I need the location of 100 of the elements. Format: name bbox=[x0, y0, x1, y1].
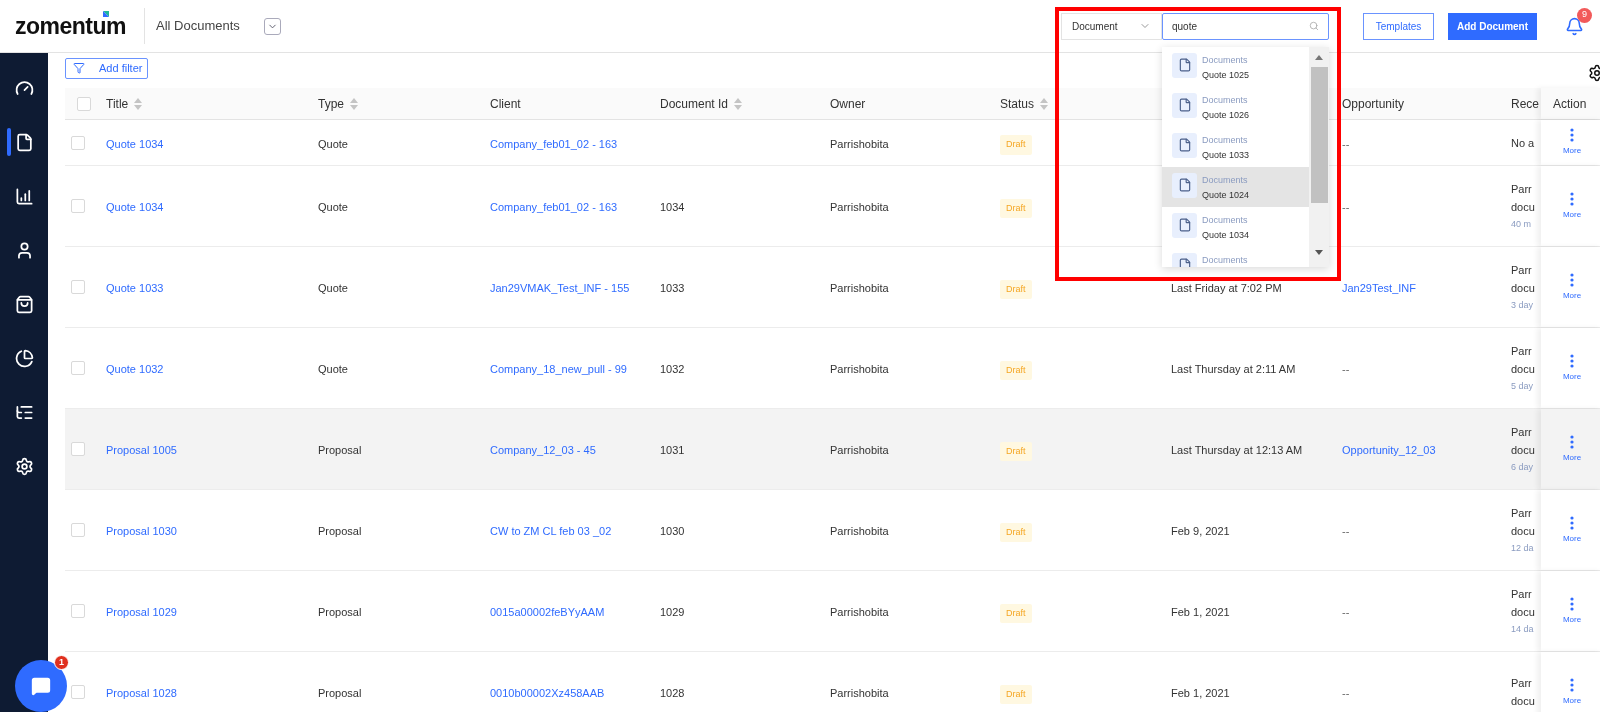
more-button[interactable]: More bbox=[1562, 677, 1582, 707]
table-row[interactable]: Proposal 1029 Proposal 0015a00002feBYyAAM 1029 Parrishobita Draft Feb 1, 2021 -- Parr docu 14 da More bbox=[65, 571, 1600, 652]
document-link[interactable]: Quote 1034 bbox=[106, 137, 164, 150]
client-link[interactable]: Company_12_03 - 45 bbox=[490, 444, 596, 456]
scroll-up-icon[interactable] bbox=[1315, 54, 1323, 60]
table-cell: Quote bbox=[318, 363, 348, 375]
notifications-icon[interactable] bbox=[1565, 16, 1584, 36]
more-button[interactable]: More bbox=[1562, 128, 1582, 157]
more-icon bbox=[1570, 272, 1574, 287]
checkbox[interactable] bbox=[71, 199, 85, 213]
view-dropdown-button[interactable] bbox=[263, 17, 281, 35]
table-cell: Parrishobita bbox=[830, 137, 889, 150]
more-button[interactable]: More bbox=[1562, 353, 1582, 383]
more-icon bbox=[1570, 128, 1574, 142]
client-link[interactable]: CW to ZM CL feb 03 _02 bbox=[490, 525, 612, 537]
search-field[interactable]: quote bbox=[1162, 12, 1329, 40]
result-title: Quote 1033 bbox=[1202, 148, 1250, 162]
opportunity-link[interactable]: Opportunity_12_03 bbox=[1342, 444, 1436, 456]
table-cell: -- bbox=[1342, 201, 1350, 213]
scrollbar[interactable] bbox=[1309, 46, 1329, 267]
checkbox[interactable] bbox=[71, 135, 85, 150]
activity-text: Parr bbox=[1511, 425, 1533, 439]
document-link[interactable]: Proposal 1005 bbox=[106, 444, 177, 456]
column-header: Client bbox=[490, 95, 521, 113]
table-cell: -- bbox=[1342, 687, 1350, 699]
table-cell: -- bbox=[1342, 525, 1350, 537]
more-icon bbox=[1570, 677, 1574, 692]
more-button[interactable]: More bbox=[1562, 515, 1582, 545]
client-link[interactable]: Company_feb01_02 - 163 bbox=[490, 201, 618, 213]
client-link[interactable]: Jan29VMAK_Test_INF - 155 bbox=[490, 282, 630, 294]
column-header: Rece bbox=[1511, 95, 1539, 113]
activity-text: Parr bbox=[1511, 344, 1533, 358]
pie-chart-icon[interactable] bbox=[14, 348, 34, 368]
column-header: Opportunity bbox=[1342, 95, 1405, 113]
bar-chart-icon[interactable] bbox=[14, 186, 34, 206]
document-icon bbox=[1177, 218, 1192, 232]
more-button[interactable]: More bbox=[1562, 191, 1582, 221]
search-result-item[interactable]: Documents bbox=[1162, 246, 1309, 267]
table-cell: Parrishobita bbox=[830, 282, 889, 294]
table-row[interactable]: Quote 1032 Quote Company_18_new_pull - 99 1032 Parrishobita Draft Last Thursday at 2:11 AM -- Parr docu 5 day More bbox=[65, 328, 1600, 409]
search-result-item[interactable]: Documents Quote 1025 bbox=[1162, 46, 1309, 87]
result-title: Quote 1024 bbox=[1202, 188, 1250, 202]
document-link[interactable]: Quote 1034 bbox=[106, 201, 164, 213]
table-cell: 1030 bbox=[660, 525, 685, 537]
document-link[interactable]: Proposal 1030 bbox=[106, 525, 177, 537]
table-cell: -- bbox=[1342, 137, 1350, 150]
checkbox[interactable] bbox=[71, 685, 85, 699]
templates-button[interactable]: Templates bbox=[1363, 12, 1434, 40]
table-cell: Proposal bbox=[318, 525, 362, 537]
chat-icon bbox=[31, 676, 51, 696]
status-badge: Draft bbox=[1000, 279, 1032, 300]
document-icon bbox=[1177, 138, 1192, 152]
checkbox[interactable] bbox=[71, 604, 85, 618]
table-cell: Last Thursday at 2:11 AM bbox=[1171, 363, 1296, 375]
settings-icon[interactable] bbox=[14, 456, 34, 476]
table-cell: 1033 bbox=[660, 282, 685, 294]
status-badge: Draft bbox=[1000, 198, 1032, 219]
document-link[interactable]: Proposal 1029 bbox=[106, 606, 177, 618]
filter-icon bbox=[73, 62, 85, 74]
document-link[interactable]: Quote 1033 bbox=[106, 282, 164, 294]
document-link[interactable]: Proposal 1028 bbox=[106, 687, 177, 699]
document-icon bbox=[1177, 178, 1192, 192]
table-row[interactable]: Proposal 1030 Proposal CW to ZM CL feb 03 _02 1030 Parrishobita Draft Feb 9, 2021 -- Parr docu 12 da More bbox=[65, 490, 1600, 571]
checkbox[interactable] bbox=[77, 96, 91, 111]
bag-icon[interactable] bbox=[14, 294, 34, 314]
result-title: Quote 1026 bbox=[1202, 108, 1250, 122]
more-button[interactable]: More bbox=[1562, 272, 1582, 302]
add-document-button[interactable]: Add Document bbox=[1448, 12, 1537, 40]
sort-icon[interactable] bbox=[734, 97, 743, 110]
activity-text: 6 day bbox=[1511, 461, 1535, 473]
client-link[interactable]: 0015a00002feBYyAAM bbox=[490, 606, 605, 618]
gauge-icon[interactable] bbox=[14, 78, 34, 98]
table-cell: Feb 1, 2021 bbox=[1171, 606, 1230, 618]
opportunity-link[interactable]: Jan29Test_INF bbox=[1342, 282, 1416, 294]
status-badge: Draft bbox=[1000, 360, 1032, 381]
scroll-down-icon[interactable] bbox=[1315, 249, 1323, 255]
checkbox[interactable] bbox=[71, 280, 85, 294]
table-cell: Proposal bbox=[318, 687, 362, 699]
table-cell: 1029 bbox=[660, 606, 685, 618]
sort-icon[interactable] bbox=[350, 97, 358, 110]
checkbox[interactable] bbox=[71, 361, 85, 375]
checkbox[interactable] bbox=[71, 523, 85, 537]
client-link[interactable]: 0010b00002Xz458AAB bbox=[490, 687, 605, 699]
logo[interactable]: zomentum bbox=[15, 12, 126, 39]
document-icon[interactable] bbox=[14, 132, 34, 152]
activity-text: Parr bbox=[1511, 506, 1533, 520]
search-scope-select[interactable]: Document bbox=[1061, 12, 1162, 40]
search-result-item[interactable]: Documents Quote 1024 bbox=[1162, 166, 1309, 207]
table-cell: Quote bbox=[318, 282, 348, 294]
client-link[interactable]: Company_feb01_02 - 163 bbox=[490, 137, 618, 150]
checkbox[interactable] bbox=[71, 442, 85, 456]
table-cell: -- bbox=[1342, 363, 1350, 375]
document-link[interactable]: Quote 1032 bbox=[106, 363, 164, 375]
more-button[interactable]: More bbox=[1562, 596, 1582, 626]
sort-icon[interactable] bbox=[1040, 97, 1049, 110]
table-row[interactable]: Proposal 1005 Proposal Company_12_03 - 45 1031 Parrishobita Draft Last Thursday at 12:13 AM Opportunity_12_03 Parr docu 6 day More bbox=[65, 409, 1600, 490]
add-filter-button[interactable]: Add filter bbox=[65, 57, 148, 79]
sort-icon[interactable] bbox=[134, 97, 143, 110]
more-button[interactable]: More bbox=[1562, 434, 1582, 464]
client-link[interactable]: Company_18_new_pull - 99 bbox=[490, 363, 627, 375]
